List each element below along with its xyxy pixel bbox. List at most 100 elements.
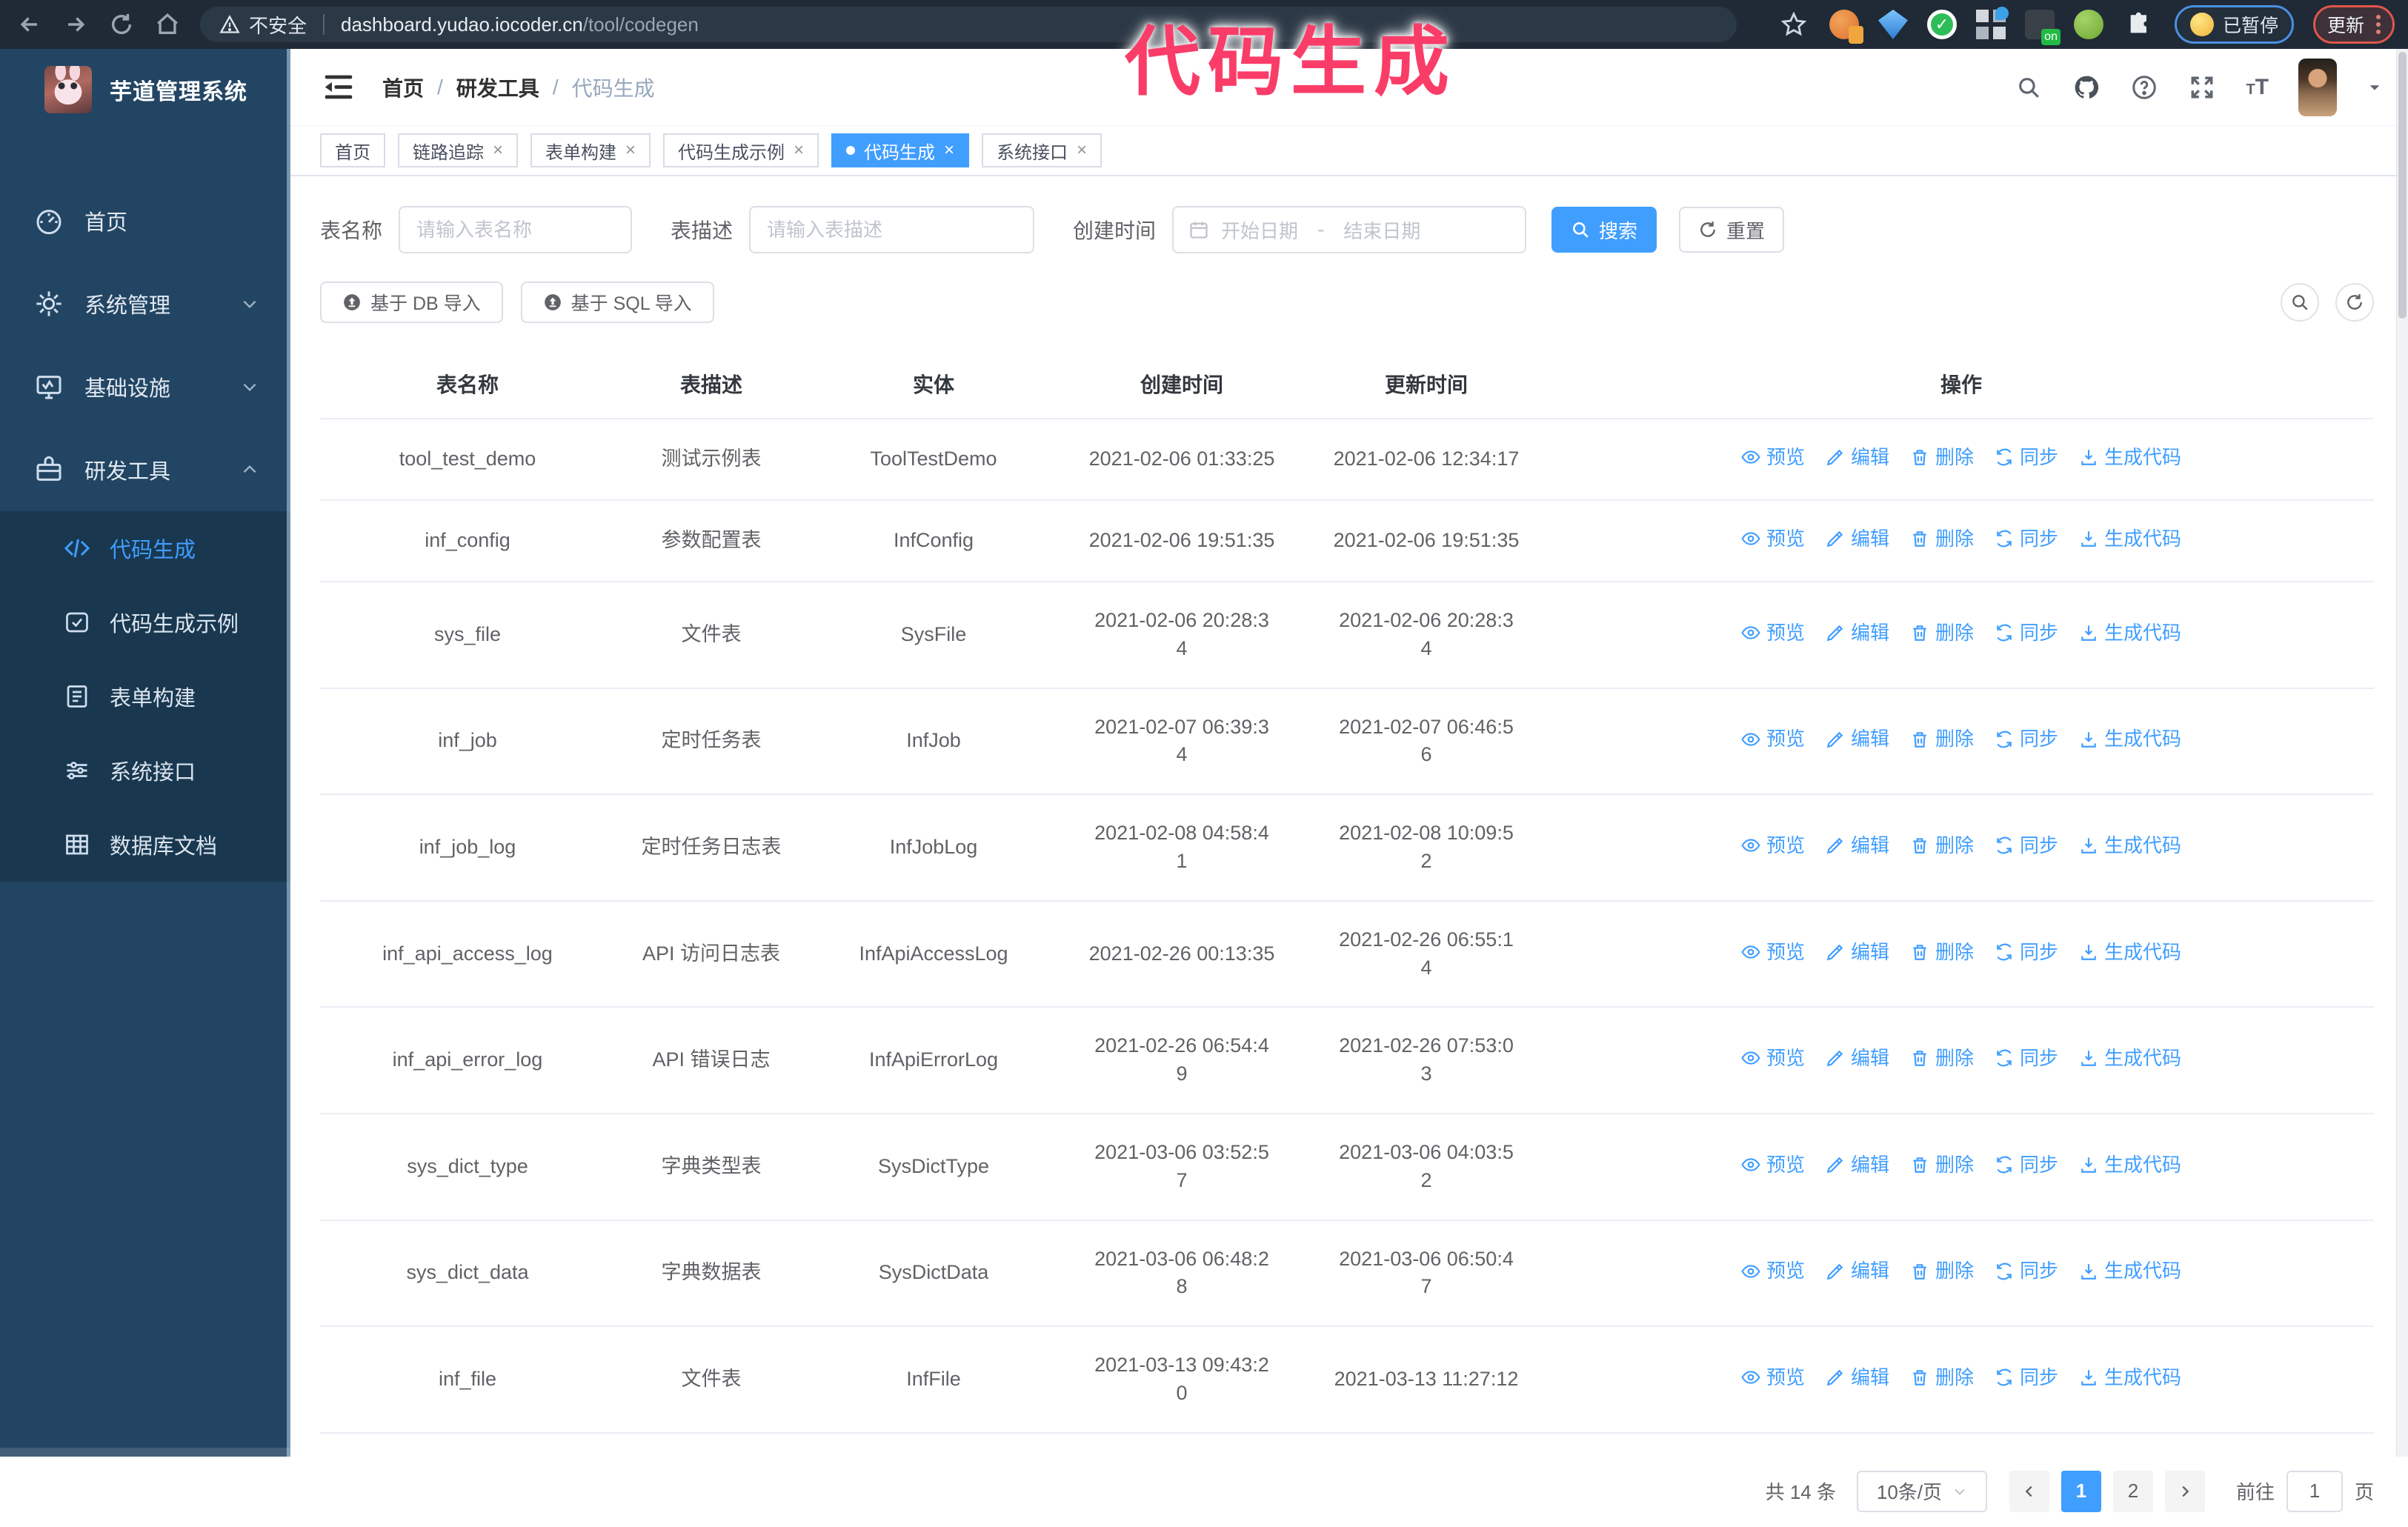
reset-button[interactable]: 重置 xyxy=(1679,207,1785,253)
delete-link[interactable]: 删除 xyxy=(1910,725,1974,752)
preview-link[interactable]: 预览 xyxy=(1741,1045,1805,1071)
preview-link[interactable]: 预览 xyxy=(1741,444,1805,470)
sync-link[interactable]: 同步 xyxy=(1995,525,2058,552)
fullscreen-icon[interactable] xyxy=(2188,73,2216,102)
table-row[interactable]: inf_api_error_log API 错误日志 InfApiErrorLo… xyxy=(320,1007,2374,1114)
preview-link[interactable]: 预览 xyxy=(1741,525,1805,552)
toggle-search-button[interactable] xyxy=(2281,283,2319,322)
extension-frog-icon[interactable] xyxy=(2073,10,2103,39)
tag-codegen-example[interactable]: 代码生成示例 × xyxy=(663,133,819,167)
browser-menu-icon[interactable] xyxy=(2376,15,2381,34)
edit-link[interactable]: 编辑 xyxy=(1826,525,1889,552)
app-logo[interactable]: 芋道管理系统 xyxy=(0,49,290,130)
preview-link[interactable]: 预览 xyxy=(1741,1364,1805,1391)
sidebar-item-codegen[interactable]: 代码生成 xyxy=(0,511,290,585)
github-icon[interactable] xyxy=(2072,73,2101,102)
table-row[interactable]: inf_api_access_log API 访问日志表 InfApiAcces… xyxy=(320,900,2374,1008)
edit-link[interactable]: 编辑 xyxy=(1826,444,1889,470)
sidebar-item-infra[interactable]: 基础设施 xyxy=(0,345,290,428)
bookmark-star-icon[interactable] xyxy=(1777,8,1810,41)
search-button[interactable]: 搜索 xyxy=(1551,207,1657,253)
preview-link[interactable]: 预览 xyxy=(1741,939,1805,965)
table-row[interactable]: inf_job 定时任务表 InfJob 2021-02-07 06:39:3 … xyxy=(320,688,2374,796)
next-page-button[interactable] xyxy=(2164,1470,2205,1512)
user-avatar[interactable] xyxy=(2298,58,2337,116)
browser-reload-icon[interactable] xyxy=(105,8,138,41)
extension-icon[interactable] xyxy=(1829,10,1863,44)
close-icon[interactable]: × xyxy=(794,142,804,159)
sidebar-item-system[interactable]: 系统管理 xyxy=(0,262,290,345)
close-icon[interactable]: × xyxy=(944,142,954,159)
tag-system-api[interactable]: 系统接口 × xyxy=(982,133,1102,167)
generate-code-link[interactable]: 生成代码 xyxy=(2079,1364,2181,1391)
sidebar-hscrollbar[interactable] xyxy=(0,1448,290,1457)
delete-link[interactable]: 删除 xyxy=(1910,444,1974,470)
breadcrumb-devtools[interactable]: 研发工具 xyxy=(456,73,539,102)
edit-link[interactable]: 编辑 xyxy=(1826,1045,1889,1071)
delete-link[interactable]: 删除 xyxy=(1910,1045,1974,1071)
profile-paused-badge[interactable]: 已暂停 xyxy=(2174,5,2294,44)
generate-code-link[interactable]: 生成代码 xyxy=(2079,725,2181,752)
extensions-puzzle-icon[interactable] xyxy=(2123,8,2155,41)
generate-code-link[interactable]: 生成代码 xyxy=(2079,619,2181,646)
edit-link[interactable]: 编辑 xyxy=(1826,832,1889,859)
generate-code-link[interactable]: 生成代码 xyxy=(2079,1151,2181,1178)
browser-update-button[interactable]: 更新 xyxy=(2312,5,2395,44)
tag-form-builder[interactable]: 表单构建 × xyxy=(531,133,651,167)
extension-gem-icon[interactable] xyxy=(1877,10,1908,39)
import-db-button[interactable]: 基于 DB 导入 xyxy=(320,282,503,323)
preview-link[interactable]: 预览 xyxy=(1741,832,1805,859)
edit-link[interactable]: 编辑 xyxy=(1826,619,1889,646)
sync-link[interactable]: 同步 xyxy=(1995,832,2058,859)
sync-link[interactable]: 同步 xyxy=(1995,1151,2058,1178)
page-button-2[interactable]: 2 xyxy=(2112,1470,2153,1512)
sidebar-item-devtools[interactable]: 研发工具 xyxy=(0,428,290,511)
sidebar-item-system-api[interactable]: 系统接口 xyxy=(0,733,290,808)
page-size-select[interactable]: 10条/页 xyxy=(1856,1470,1987,1512)
delete-link[interactable]: 删除 xyxy=(1910,525,1974,552)
extension-on-icon[interactable] xyxy=(2024,10,2061,45)
goto-page-input[interactable] xyxy=(2286,1470,2343,1512)
sidebar-item-form-builder[interactable]: 表单构建 xyxy=(0,659,290,733)
delete-link[interactable]: 删除 xyxy=(1910,1151,1974,1178)
delete-link[interactable]: 删除 xyxy=(1910,1364,1974,1391)
table-row[interactable]: inf_file 文件表 InfFile 2021-03-13 09:43:2 … xyxy=(320,1326,2374,1434)
close-icon[interactable]: × xyxy=(493,142,503,159)
extension-grid-icon[interactable] xyxy=(1975,7,2009,39)
sync-link[interactable]: 同步 xyxy=(1995,1257,2058,1284)
sync-link[interactable]: 同步 xyxy=(1995,619,2058,646)
date-range-picker[interactable]: 开始日期 - 结束日期 xyxy=(1172,206,1527,253)
sidebar-item-home[interactable]: 首页 xyxy=(0,179,290,262)
preview-link[interactable]: 预览 xyxy=(1741,1257,1805,1284)
tag-home[interactable]: 首页 xyxy=(320,133,385,167)
generate-code-link[interactable]: 生成代码 xyxy=(2079,525,2181,552)
sync-link[interactable]: 同步 xyxy=(1995,1364,2058,1391)
preview-link[interactable]: 预览 xyxy=(1741,619,1805,646)
extension-check-icon[interactable]: ✓ xyxy=(1926,10,1957,39)
sidebar-item-db-doc[interactable]: 数据库文档 xyxy=(0,808,290,882)
generate-code-link[interactable]: 生成代码 xyxy=(2079,939,2181,965)
tag-codegen[interactable]: 代码生成 × xyxy=(831,133,970,167)
font-size-icon[interactable]: TT xyxy=(2246,75,2269,100)
edit-link[interactable]: 编辑 xyxy=(1826,725,1889,752)
prev-page-button[interactable] xyxy=(2009,1470,2049,1512)
delete-link[interactable]: 删除 xyxy=(1910,832,1974,859)
table-name-input[interactable] xyxy=(399,206,633,253)
preview-link[interactable]: 预览 xyxy=(1741,1151,1805,1178)
help-icon[interactable] xyxy=(2130,73,2158,102)
delete-link[interactable]: 删除 xyxy=(1910,939,1974,965)
browser-back-icon[interactable] xyxy=(13,8,46,41)
browser-home-icon[interactable] xyxy=(151,8,184,41)
edit-link[interactable]: 编辑 xyxy=(1826,1257,1889,1284)
breadcrumb-home[interactable]: 首页 xyxy=(382,73,424,102)
address-bar[interactable]: 不安全 dashboard.yudao.iocoder.cn/tool/code… xyxy=(200,7,1737,42)
browser-forward-icon[interactable] xyxy=(59,8,92,41)
hamburger-icon[interactable] xyxy=(322,73,356,102)
search-icon[interactable] xyxy=(2015,73,2043,102)
sync-link[interactable]: 同步 xyxy=(1995,1045,2058,1071)
edit-link[interactable]: 编辑 xyxy=(1826,939,1889,965)
import-sql-button[interactable]: 基于 SQL 导入 xyxy=(520,282,714,323)
generate-code-link[interactable]: 生成代码 xyxy=(2079,1045,2181,1071)
generate-code-link[interactable]: 生成代码 xyxy=(2079,832,2181,859)
generate-code-link[interactable]: 生成代码 xyxy=(2079,1257,2181,1284)
